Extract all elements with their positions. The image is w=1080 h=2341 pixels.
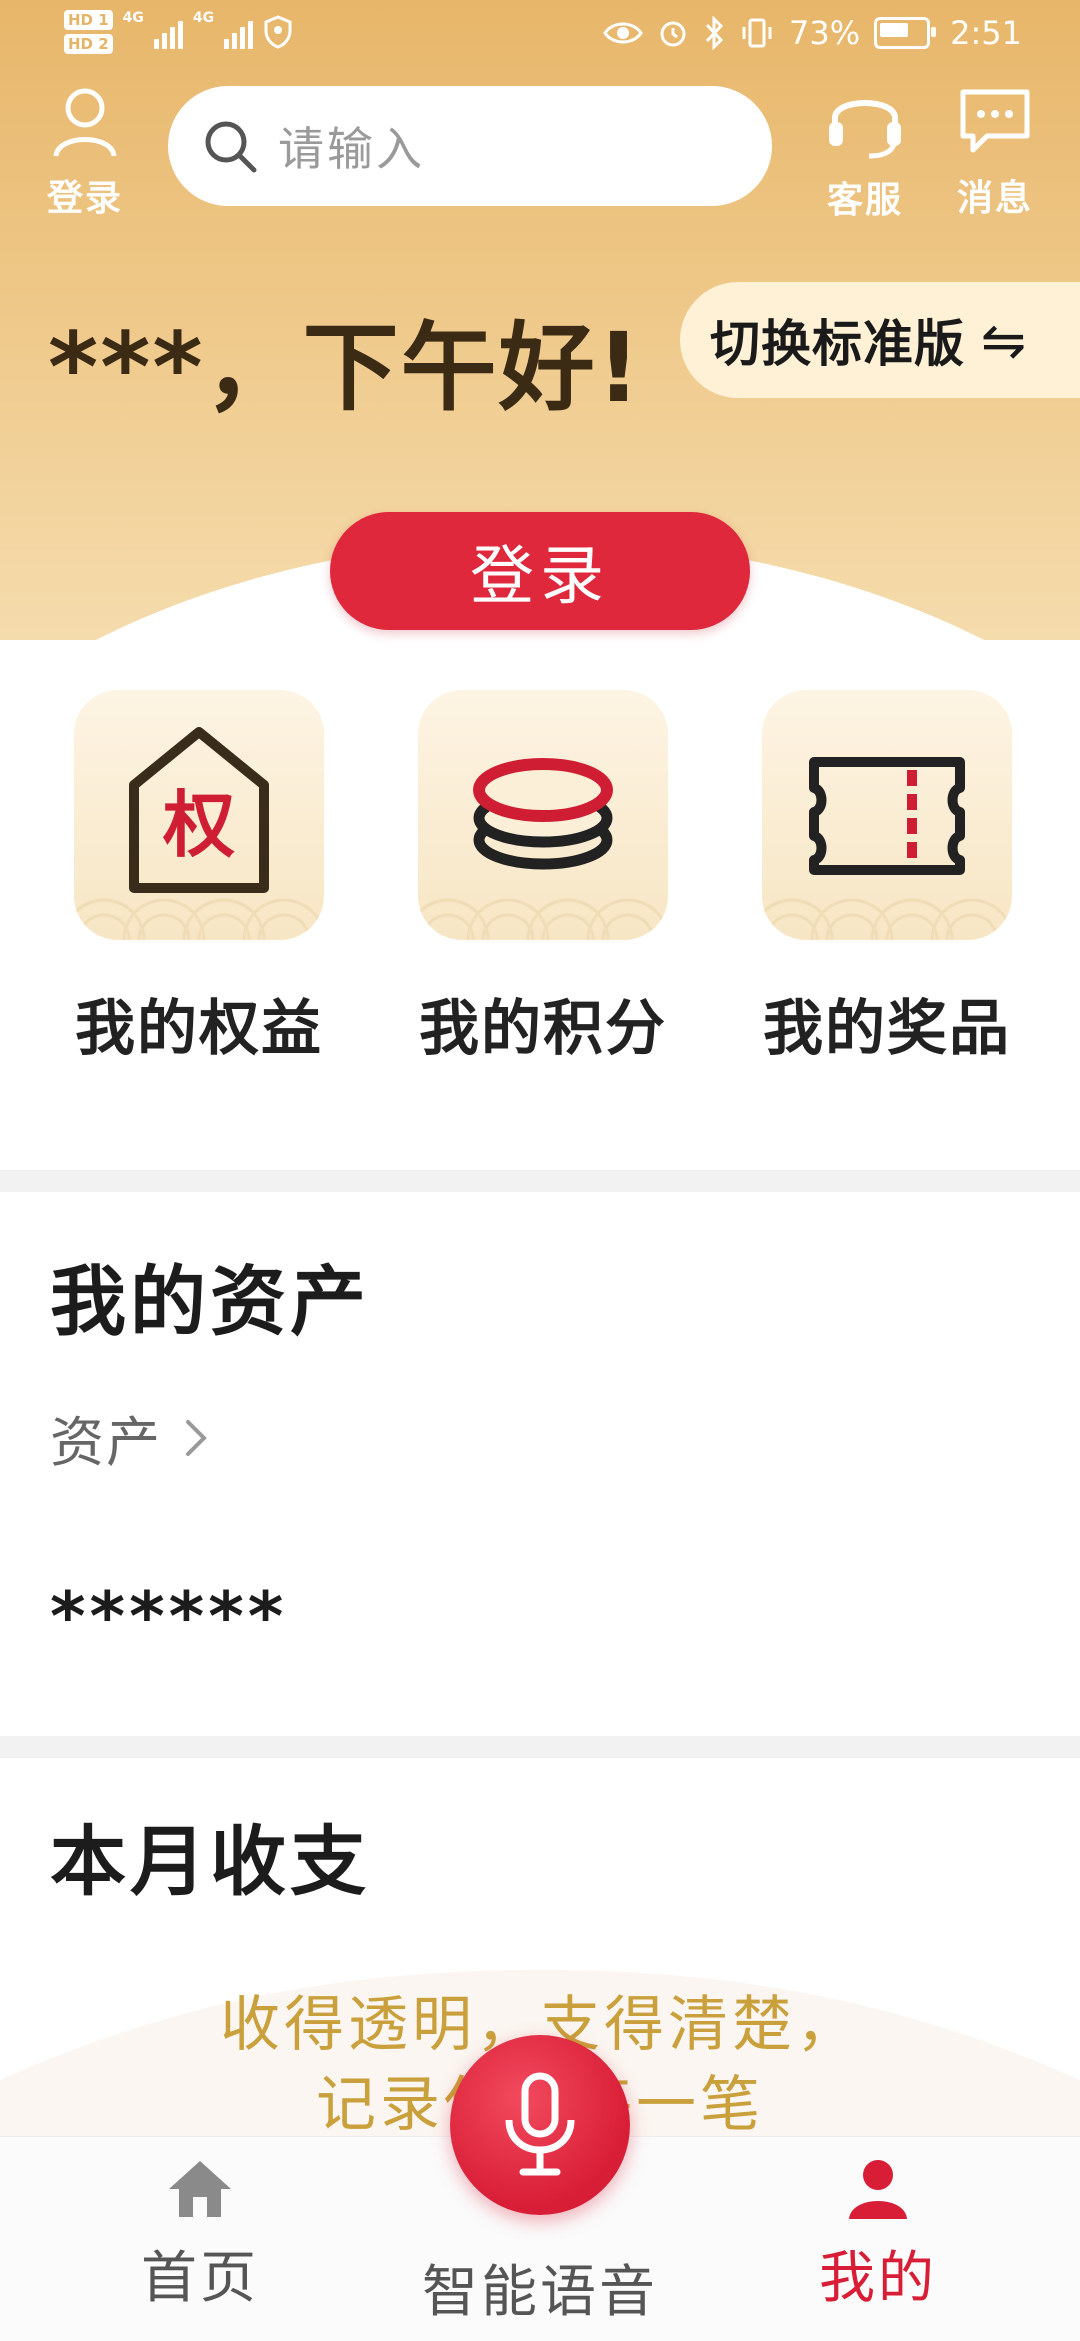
battery-icon	[874, 17, 937, 49]
rights-tile[interactable]: 权	[74, 690, 324, 940]
search-placeholder: 请输入	[278, 122, 425, 176]
microphone-icon	[505, 2072, 575, 2176]
login-button[interactable]: 登录	[330, 512, 750, 630]
nav-home[interactable]: 首页	[50, 2157, 350, 2314]
network-type-2: 4G	[192, 10, 215, 26]
section-divider	[0, 1170, 1080, 1192]
prizes-label[interactable]: 我的奖品	[727, 980, 1047, 1067]
points-tile[interactable]	[418, 690, 668, 940]
assets-title: 我的资产	[50, 1257, 370, 1346]
nav-mine[interactable]: 我的	[728, 2157, 1028, 2314]
hd-badges: HD 1 HD 2	[64, 10, 113, 54]
section-divider	[0, 1736, 1080, 1758]
headset-icon	[829, 100, 901, 159]
vpn-shield-icon	[264, 15, 292, 49]
person-icon	[849, 2160, 907, 2219]
search-icon	[205, 121, 257, 173]
chevron-right-icon	[186, 1419, 207, 1456]
rights-glyph: 权	[162, 783, 235, 867]
swap-arrows-icon: ⇋	[981, 308, 1028, 372]
user-icon	[53, 88, 117, 157]
nav-voice[interactable]: 智能语音	[390, 2247, 690, 2328]
vibrate-icon	[742, 18, 772, 48]
customer-service-button[interactable]: 客服	[820, 84, 910, 223]
status-bar-right: 73% 2:51	[603, 14, 1022, 52]
assets-link[interactable]: 资产	[50, 1398, 210, 1477]
greeting-text: ***，下午好!	[48, 312, 643, 424]
login-toolbar-button[interactable]: 登录	[40, 86, 130, 221]
hd2-badge: HD 2	[64, 34, 113, 54]
nav-home-label: 首页	[141, 2246, 259, 2311]
bluetooth-icon	[705, 16, 724, 50]
nav-voice-label: 智能语音	[422, 2260, 658, 2325]
assets-link-label: 资产	[50, 1411, 162, 1474]
switch-standard-version-button[interactable]: 切换标准版 ⇋	[680, 282, 1080, 398]
rights-label[interactable]: 我的权益	[39, 980, 359, 1067]
house-rights-icon: 权	[129, 727, 269, 893]
message-icon	[960, 89, 1030, 153]
login-button-label: 登录	[470, 540, 610, 614]
search-bar[interactable]: 请输入	[168, 86, 772, 206]
eye-icon	[603, 22, 643, 44]
alarm-icon	[660, 21, 686, 47]
home-icon	[169, 2161, 231, 2217]
switch-label: 切换标准版	[710, 315, 965, 373]
ticket-icon	[809, 757, 965, 875]
status-bar-left: HD 1 HD 2 4G 4G	[64, 10, 293, 54]
signal-icon	[153, 15, 183, 49]
login-toolbar-label: 登录	[46, 178, 123, 219]
clock-time: 2:51	[950, 14, 1022, 52]
battery-percent: 73%	[789, 14, 861, 52]
points-label[interactable]: 我的积分	[383, 980, 703, 1067]
prizes-tile[interactable]	[762, 690, 1012, 940]
customer-service-label: 客服	[826, 180, 903, 221]
messages-label: 消息	[956, 178, 1033, 219]
status-bar: HD 1 HD 2 4G 4G 73% 2:51	[0, 0, 1080, 74]
signal-icon-2	[224, 15, 254, 49]
coins-icon	[473, 758, 613, 870]
voice-assistant-button[interactable]	[450, 2035, 630, 2215]
messages-button[interactable]: 消息	[950, 86, 1040, 221]
nav-mine-label: 我的	[819, 2246, 937, 2311]
assets-value: ******	[50, 1578, 288, 1657]
hd1-badge: HD 1	[64, 10, 113, 30]
monthly-title: 本月收支	[50, 1817, 370, 1906]
network-type-1: 4G	[122, 10, 144, 26]
